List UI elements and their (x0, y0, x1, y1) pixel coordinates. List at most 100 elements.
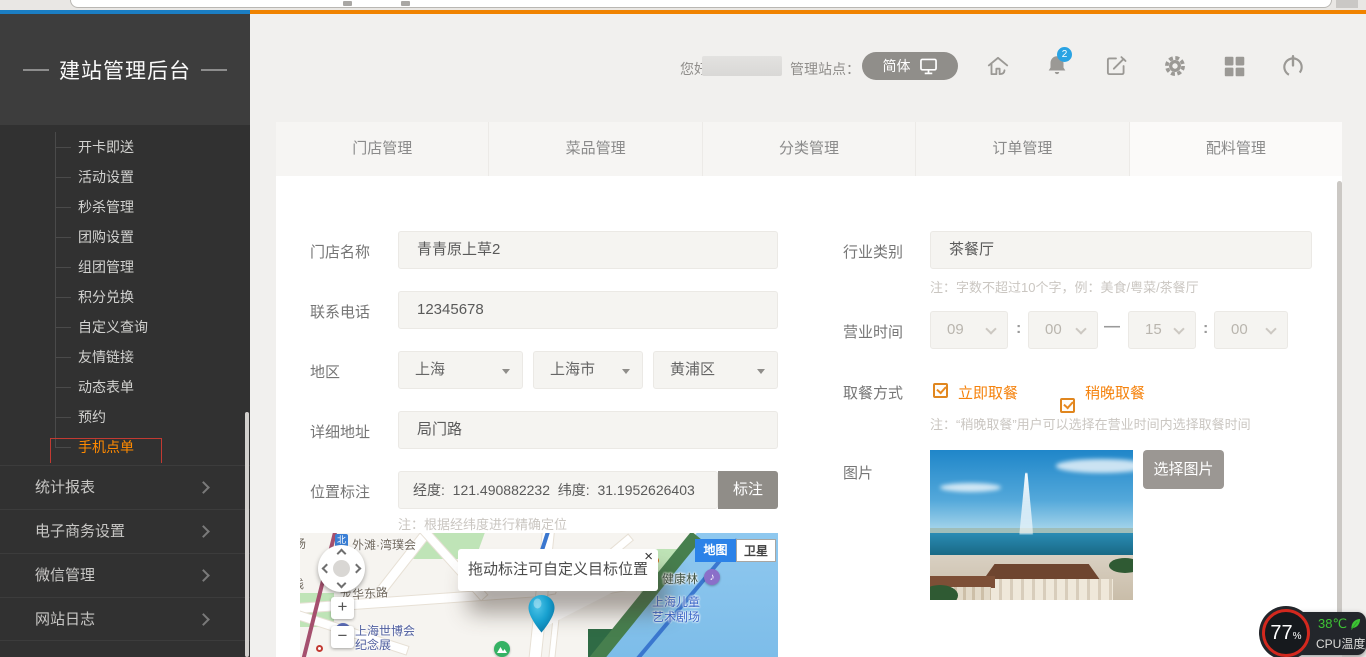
sidebar-item-dynamic-form[interactable]: 动态表单 (0, 372, 148, 402)
sidebar-item-links[interactable]: 友情链接 (0, 342, 148, 372)
pickup-now-checkbox[interactable] (933, 383, 948, 398)
park-photo-icon (494, 641, 510, 657)
tab-ingredient-mgmt[interactable]: 配料管理 (1129, 122, 1342, 176)
choose-image-button[interactable]: 选择图片 (1143, 450, 1224, 489)
tab-store-mgmt[interactable]: 门店管理 (276, 122, 488, 176)
pan-down-arrow-icon[interactable] (337, 579, 347, 589)
pan-up-arrow-icon[interactable] (337, 549, 347, 559)
compose-button[interactable] (1103, 53, 1129, 79)
store-name-label: 门店名称 (310, 241, 370, 262)
map-pin[interactable] (528, 595, 555, 638)
province-select[interactable]: 上海 (398, 351, 523, 389)
sidebar-item-custom-query[interactable]: 自定义查询 (0, 312, 148, 342)
browser-chrome-strip (0, 0, 1366, 10)
sidebar-item-points[interactable]: 积分兑换 (0, 282, 148, 312)
chevron-down-icon (1173, 323, 1184, 334)
tab-dish-mgmt[interactable]: 菜品管理 (488, 122, 701, 176)
tab-bar: 门店管理 菜品管理 分类管理 订单管理 配料管理 (276, 122, 1342, 176)
sidebar-section-logs[interactable]: 网站日志 (0, 597, 250, 641)
map-pan-control[interactable] (318, 545, 365, 592)
caret-down-icon (757, 369, 765, 374)
location-note: 注：根据经纬度进行精确定位 (398, 514, 567, 533)
sidebar-section-stats[interactable]: 统计报表 (0, 465, 250, 509)
lat-value: 31.1952626403 (597, 482, 694, 498)
map-type-map-button[interactable]: 地图 (695, 539, 736, 562)
pickup-now-label[interactable]: 立即取餐 (958, 382, 1018, 403)
industry-input[interactable]: 茶餐厅 (930, 231, 1312, 269)
settings-button[interactable] (1162, 53, 1188, 79)
sidebar-item-activity[interactable]: 活动设置 (0, 162, 148, 192)
district-value: 黄浦区 (670, 361, 715, 378)
tab-order-mgmt[interactable]: 订单管理 (915, 122, 1128, 176)
sidebar-item-groupbuy[interactable]: 团购设置 (0, 222, 148, 252)
sidebar-section-label: 统计报表 (35, 479, 95, 496)
home-button[interactable] (985, 53, 1011, 79)
pan-center-dot[interactable] (333, 560, 350, 577)
district-select[interactable]: 黄浦区 (653, 351, 778, 389)
logout-button[interactable] (1280, 53, 1306, 79)
lng-value: 121.490882232 (453, 482, 550, 498)
sidebar-item-seckill[interactable]: 秒杀管理 (0, 192, 148, 222)
chevron-right-icon (197, 481, 210, 494)
image-label: 图片 (843, 462, 873, 483)
chevron-right-icon (197, 569, 210, 582)
zoom-out-button[interactable]: − (331, 626, 354, 648)
notification-badge: 2 (1057, 47, 1072, 62)
sidebar-section-ecommerce[interactable]: 电子商务设置 (0, 509, 250, 553)
mark-location-button[interactable]: 标注 (718, 471, 778, 509)
map-widget[interactable]: 场 栈 外滩·湾璞会 龙华东路 上海世博会 纪念展 上海儿童 艺术剧场 健康林 … (300, 533, 778, 657)
app-title: 建站管理后台 (59, 55, 191, 85)
sidebar-scrollbar[interactable] (245, 412, 249, 657)
browser-toolbar-icon[interactable] (343, 1, 352, 6)
time-colon: : (1016, 320, 1021, 338)
pan-left-arrow-icon[interactable] (322, 564, 332, 574)
caret-down-icon (502, 369, 510, 374)
city-select[interactable]: 上海市 (533, 351, 643, 389)
sidebar-section-label: 网站日志 (35, 611, 95, 628)
map-label-expo: 纪念展 (355, 636, 391, 653)
map-label-bund: 外滩·湾璞会 (352, 536, 416, 553)
page: 开卡即送 活动设置 秒杀管理 团购设置 组团管理 积分兑换 自定义查询 友情链接… (0, 0, 1366, 657)
sidebar: 开卡即送 活动设置 秒杀管理 团购设置 组团管理 积分兑换 自定义查询 友情链接… (0, 14, 250, 657)
edit-icon (1103, 53, 1129, 79)
sidebar-item-groupmgmt[interactable]: 组团管理 (0, 252, 148, 282)
pickup-later-checkbox[interactable] (1060, 398, 1075, 413)
end-minute-select[interactable]: 00 (1214, 311, 1288, 349)
zoom-in-button[interactable]: + (331, 597, 354, 619)
close-icon[interactable]: × (644, 548, 653, 566)
pan-right-arrow-icon[interactable] (352, 564, 362, 574)
tab-category-mgmt[interactable]: 分类管理 (702, 122, 915, 176)
username-redacted (702, 56, 782, 76)
store-name-input[interactable]: 青青原上草2 (398, 231, 778, 269)
start-hour-select[interactable]: 09 (930, 311, 1008, 349)
address-input[interactable]: 局门路 (398, 411, 778, 449)
industry-note: 注：字数不超过10个字，例：美食/粤菜/茶餐厅 (930, 277, 1199, 296)
cpu-temp-label: CPU温度 (1316, 635, 1365, 652)
percent-sign: % (1293, 631, 1302, 642)
brand-dash-right (201, 69, 227, 71)
end-hour-select[interactable]: 15 (1128, 311, 1196, 349)
phone-input[interactable]: 12345678 (398, 291, 778, 329)
sidebar-section-wechat[interactable]: 微信管理 (0, 553, 250, 597)
pickup-later-label[interactable]: 稍晚取餐 (1085, 382, 1145, 403)
browser-toolbar-icon[interactable] (401, 1, 410, 6)
time-colon: : (1203, 320, 1208, 338)
apps-button[interactable] (1221, 53, 1247, 79)
language-switch-button[interactable]: 简体 (862, 52, 958, 80)
chevron-right-icon (197, 613, 210, 626)
sidebar-item-booking[interactable]: 预约 (0, 402, 148, 432)
location-input[interactable]: 经度: 121.490882232 纬度: 31.1952626403 (398, 471, 718, 509)
browser-address-bar[interactable] (70, 0, 1332, 8)
sidebar-item-card-gift[interactable]: 开卡即送 (0, 132, 148, 162)
hours-label: 营业时间 (843, 321, 903, 342)
start-hour-value: 09 (947, 321, 964, 338)
end-hour-value: 15 (1145, 321, 1162, 338)
sidebar-section-label: 微信管理 (35, 567, 95, 584)
system-monitor-widget[interactable]: 38℃ CPU温度 77% (1262, 609, 1366, 657)
content-scrollbar[interactable] (1337, 181, 1342, 651)
start-minute-select[interactable]: 00 (1028, 311, 1098, 349)
manage-site-label: 管理站点： (790, 59, 860, 79)
map-type-satellite-button[interactable]: 卫星 (736, 539, 776, 562)
monitor-icon (919, 58, 938, 75)
phone-label: 联系电话 (310, 301, 370, 322)
